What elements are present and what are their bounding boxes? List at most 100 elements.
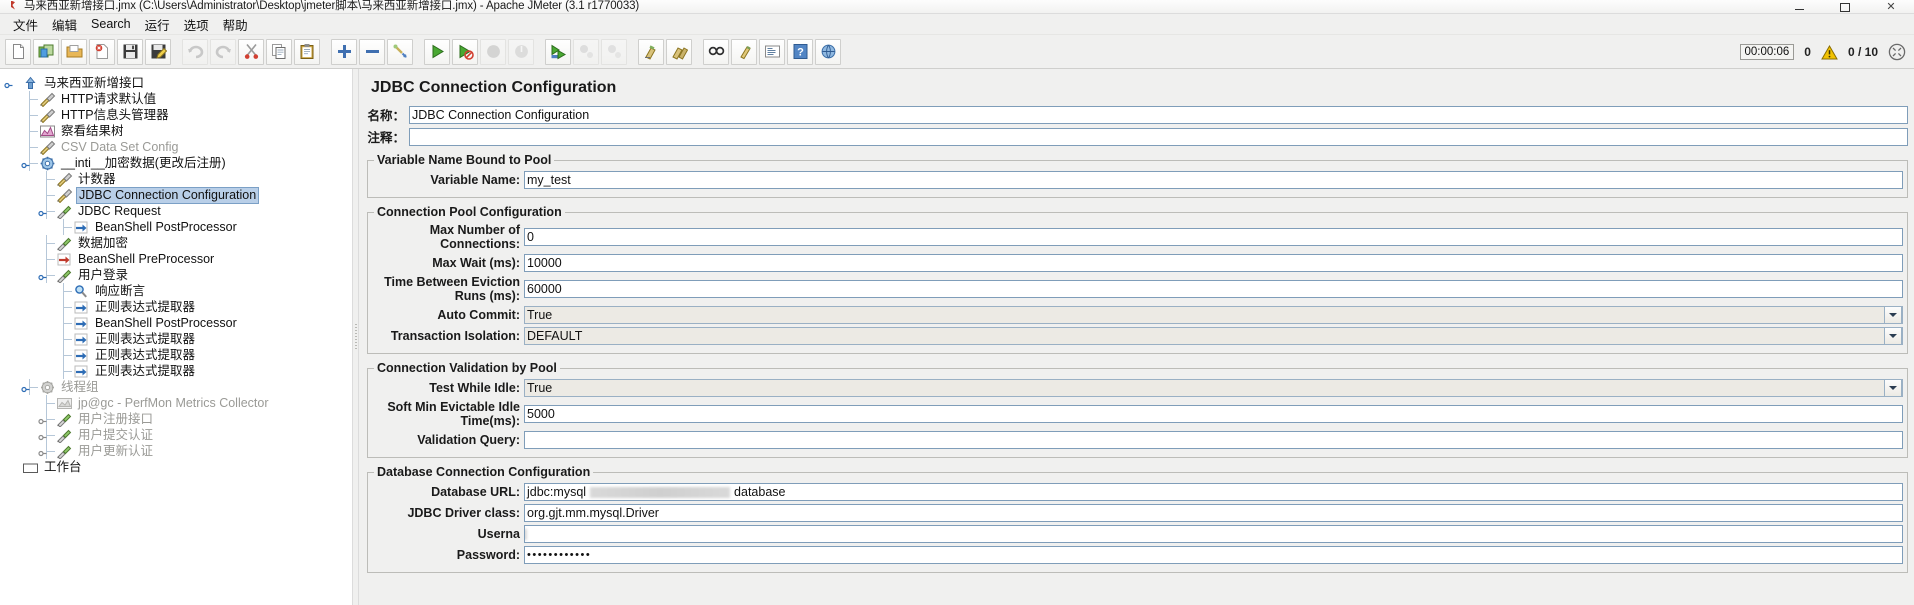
comment-input[interactable]	[409, 127, 1908, 146]
tree-guide-line	[29, 163, 38, 164]
tree-item[interactable]: 计数器	[0, 171, 352, 187]
tree-item[interactable]: HTTP信息头管理器	[0, 107, 352, 123]
test-plan-tree[interactable]: 马来西亚新增接口 HTTP请求默认值 HTTP信息头管理器 察看结果树 CSV Data…	[0, 75, 352, 475]
tree-item[interactable]: JDBC Request	[0, 203, 352, 220]
tree-item[interactable]: jp@gc - PerfMon Metrics Collector	[0, 395, 352, 411]
jdbc-driver-class-input[interactable]: org.gjt.mm.mysql.Driver	[524, 504, 1903, 522]
auto-commit-select[interactable]: True	[524, 306, 1903, 324]
test-plan-tree-pane[interactable]: 马来西亚新增接口 HTTP请求默认值 HTTP信息头管理器 察看结果树 CSV Data…	[0, 69, 352, 605]
variable-name-input[interactable]: my_test	[524, 171, 1903, 189]
save-icon[interactable]	[117, 38, 143, 65]
tree-item-label: 计数器	[78, 171, 116, 186]
validation-query-input[interactable]	[524, 431, 1903, 449]
tree-collapse-handle[interactable]	[38, 271, 47, 281]
tree-guide-line	[46, 195, 55, 196]
tree-guide-line	[29, 139, 30, 155]
maximize-button[interactable]	[1822, 0, 1868, 13]
tree-expand-handle[interactable]	[38, 415, 47, 425]
split-divider[interactable]	[352, 69, 359, 605]
tree-expand-handle[interactable]	[38, 431, 47, 441]
element-config-pane: JDBC Connection Configuration 名称： JDBC C…	[359, 69, 1914, 605]
tree-item[interactable]: 用户提交认证	[0, 427, 352, 444]
tree-item[interactable]: __inti__加密数据(更改后注册)	[0, 155, 352, 171]
tree-item[interactable]: 用户注册接口	[0, 411, 352, 428]
search-reset-icon[interactable]	[731, 38, 757, 65]
menu-edit[interactable]: 编辑	[45, 13, 84, 36]
tree-item[interactable]: CSV Data Set Config	[0, 139, 352, 155]
tree-item[interactable]: 用户更新认证	[0, 443, 352, 460]
help-icon[interactable]: ?	[787, 38, 813, 65]
menu-file[interactable]: 文件	[6, 13, 45, 36]
tree-collapse-handle[interactable]	[38, 207, 47, 217]
tree-item[interactable]: 工作台	[0, 459, 352, 475]
tree-item[interactable]: 正则表达式提取器	[0, 363, 352, 379]
tree-item[interactable]: 线程组	[0, 379, 352, 395]
tree-item-label: __inti__加密数据(更改后注册)	[61, 155, 226, 170]
minimize-button[interactable]	[1776, 0, 1822, 13]
tree-item[interactable]: JDBC Connection Configuration	[0, 186, 352, 204]
warning-triangle-icon[interactable]	[1821, 44, 1838, 60]
new-icon[interactable]	[5, 38, 31, 65]
max-wait-input[interactable]: 10000	[524, 254, 1903, 272]
start-no-pauses-icon[interactable]	[452, 38, 478, 65]
clear-icon[interactable]	[638, 38, 664, 65]
tree-expand-handle[interactable]	[38, 447, 47, 457]
tree-item[interactable]: 马来西亚新增接口	[0, 75, 352, 91]
toggle-icon[interactable]	[387, 38, 413, 65]
paste-icon[interactable]	[294, 38, 320, 65]
tree-collapse-handle[interactable]	[21, 159, 30, 169]
max-connections-input[interactable]: 0	[524, 228, 1903, 246]
chevron-down-icon[interactable]	[1884, 380, 1902, 396]
open-icon[interactable]	[61, 38, 87, 65]
database-url-input[interactable]: jdbc:mysql database	[524, 483, 1903, 501]
ssl-manager-icon[interactable]	[815, 38, 841, 65]
transaction-isolation-select[interactable]: DEFAULT	[524, 327, 1903, 345]
close-icon[interactable]	[89, 38, 115, 65]
tree-item[interactable]: BeanShell PostProcessor	[0, 219, 352, 235]
username-input[interactable]	[524, 525, 1903, 543]
function-helper-icon[interactable]	[759, 38, 785, 65]
remote-start-all-icon[interactable]	[545, 38, 571, 65]
tree-item[interactable]: BeanShell PreProcessor	[0, 251, 352, 267]
name-input[interactable]: JDBC Connection Configuration	[409, 105, 1908, 124]
tree-item[interactable]: 响应断言	[0, 283, 352, 299]
menu-run[interactable]: 运行	[138, 13, 177, 36]
tree-item[interactable]: 数据加密	[0, 235, 352, 252]
sampler-icon	[56, 236, 73, 252]
tree-item[interactable]: 用户登录	[0, 267, 352, 284]
tree-guide-line	[29, 99, 38, 100]
tree-item[interactable]: 正则表达式提取器	[0, 331, 352, 347]
test-while-idle-select[interactable]: True	[524, 379, 1903, 397]
save-as-icon[interactable]	[145, 38, 171, 65]
templates-icon[interactable]	[33, 38, 59, 65]
soft-min-evictable-input[interactable]: 5000	[524, 405, 1903, 423]
copy-icon[interactable]	[266, 38, 292, 65]
password-input[interactable]: ••••••••••••	[524, 546, 1903, 564]
tree-item[interactable]: 察看结果树	[0, 123, 352, 139]
tree-item-label: 工作台	[44, 459, 82, 474]
tree-item[interactable]: 正则表达式提取器	[0, 347, 352, 363]
tree-item[interactable]: BeanShell PostProcessor	[0, 315, 352, 331]
tree-item[interactable]: 正则表达式提取器	[0, 299, 352, 315]
menu-search[interactable]: Search	[84, 15, 138, 33]
clear-all-icon[interactable]	[666, 38, 692, 65]
variable-name-label: Variable Name:	[430, 173, 520, 187]
expand-all-icon[interactable]	[331, 38, 357, 65]
start-icon[interactable]	[424, 38, 450, 65]
chevron-down-icon[interactable]	[1884, 307, 1902, 323]
assertion-icon	[73, 284, 90, 299]
test-while-idle-value: True	[527, 381, 553, 395]
tree-collapse-handle[interactable]	[21, 383, 30, 393]
validation-query-label: Validation Query:	[417, 433, 520, 447]
cut-icon[interactable]	[238, 38, 264, 65]
tree-collapse-handle[interactable]	[4, 79, 13, 89]
menu-help[interactable]: 帮助	[216, 13, 255, 36]
close-button[interactable]: ✕	[1868, 0, 1914, 13]
collapse-all-icon[interactable]	[359, 38, 385, 65]
eviction-runs-input[interactable]: 60000	[524, 280, 1903, 298]
chevron-down-icon[interactable]	[1884, 328, 1902, 344]
database-url-suffix: database	[734, 485, 786, 499]
tree-item[interactable]: HTTP请求默认值	[0, 91, 352, 107]
search-icon[interactable]	[703, 38, 729, 65]
menu-options[interactable]: 选项	[177, 13, 216, 36]
